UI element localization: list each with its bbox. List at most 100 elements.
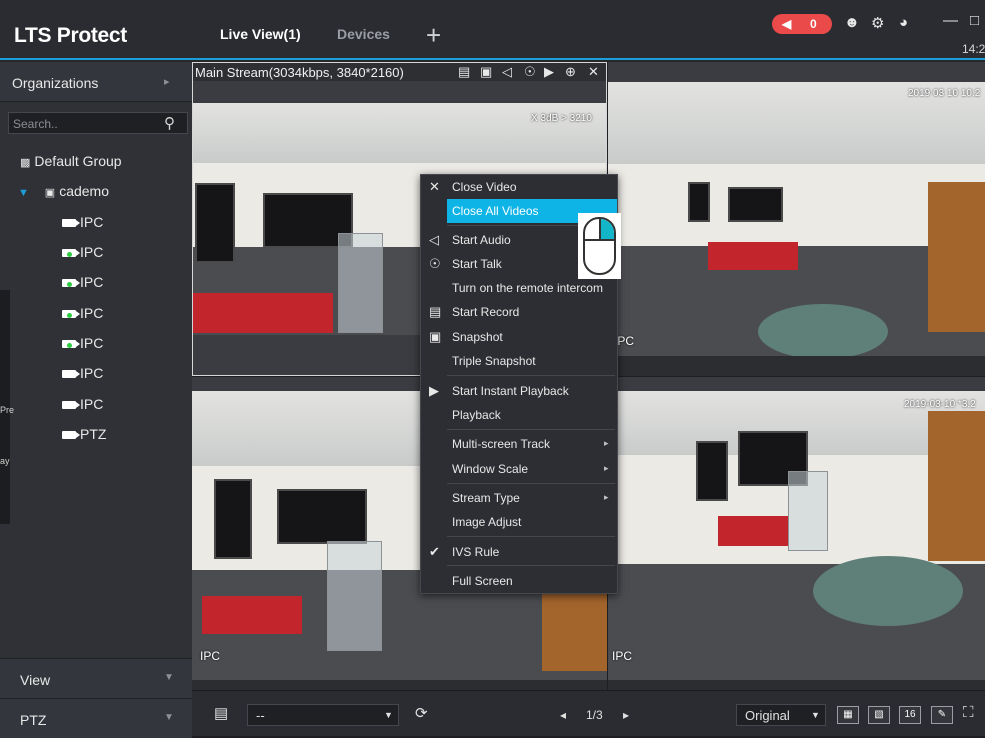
camera-online-icon: [62, 310, 80, 319]
prev-page-button[interactable]: ◂: [560, 708, 566, 722]
bottom-toolbar: ▤ -- ▼ ⟳ ◂ 1/3 ▸ Original ▼ ▦ ▧ 16 ✎ ⛶: [192, 690, 985, 736]
tree-item-label: IPC: [80, 214, 104, 230]
speaker-icon[interactable]: ◁: [502, 64, 512, 80]
video-tile-2[interactable]: 2019 03 10 10:2 IPC: [608, 62, 985, 376]
add-tab-button[interactable]: +: [426, 22, 441, 48]
menu-item-ivs-rule[interactable]: ✔ IVS Rule: [421, 540, 617, 564]
zoom-in-icon[interactable]: ⊕: [565, 64, 576, 80]
mouse-right-button: [599, 219, 614, 241]
microphone-icon[interactable]: ☉: [524, 64, 536, 80]
camera-icon: [62, 219, 80, 228]
tree-item-label: cademo: [59, 183, 109, 199]
clock: 14:2: [962, 42, 985, 56]
tree-item-label: IPC: [80, 244, 104, 260]
menu-item-multi-screen-track[interactable]: Multi-screen Track ▸: [421, 432, 617, 456]
tree-item-channel[interactable]: IPC: [62, 396, 103, 412]
tab-live-view[interactable]: Live View(1): [220, 26, 301, 42]
scene-poster: [696, 441, 728, 501]
camera-icon: ▣: [429, 329, 442, 344]
app-window: LTS Protect Live View(1) Devices + ◀ 0 ☻…: [0, 0, 985, 738]
scale-select[interactable]: Original ▼: [736, 704, 826, 726]
tree-item-channel[interactable]: IPC: [62, 274, 103, 290]
scene-round-table: [758, 304, 888, 356]
menu-item-instant-playback[interactable]: ▶ Start Instant Playback: [421, 379, 617, 403]
scene-shelf: [338, 233, 383, 333]
chevron-down-icon: ▼: [384, 710, 393, 720]
tree-item-channel[interactable]: IPC: [62, 214, 103, 230]
scene-red-table: [718, 516, 788, 546]
maximize-button[interactable]: □: [970, 12, 979, 29]
menu-item-start-record[interactable]: ▤ Start Record: [421, 300, 617, 324]
tree-item-channel[interactable]: IPC: [62, 305, 103, 321]
search-placeholder: Search..: [13, 117, 58, 131]
organizations-title: Organizations: [12, 75, 99, 91]
menu-item-snapshot[interactable]: ▣ Snapshot: [421, 325, 617, 349]
menu-item-full-screen[interactable]: Full Screen: [421, 569, 617, 593]
video-osd-timestamp: 2019 03 10 10:2: [908, 88, 981, 99]
refresh-icon[interactable]: ⟳: [415, 704, 428, 722]
organizations-header[interactable]: Organizations ▸: [0, 62, 192, 102]
tree-item-label: IPC: [80, 335, 104, 351]
tree-item-default-group[interactable]: ▩ Default Group: [20, 153, 122, 169]
user-icon[interactable]: ☻: [844, 14, 860, 31]
menu-separator: [447, 536, 615, 537]
view-select[interactable]: -- ▼: [247, 704, 399, 726]
next-page-button[interactable]: ▸: [623, 708, 629, 722]
nvr-device-icon: ▣: [44, 187, 56, 199]
close-icon[interactable]: ✕: [588, 64, 599, 80]
view-section-title: View: [20, 672, 51, 688]
fragment-text: Pre: [0, 405, 15, 415]
search-icon[interactable]: ⚲: [164, 114, 175, 132]
menu-separator: [447, 375, 615, 376]
checkmark-icon: ✔: [429, 544, 440, 559]
menu-item-window-scale[interactable]: Window Scale ▸: [421, 457, 617, 481]
custom-layout-button[interactable]: ✎: [931, 706, 953, 724]
menu-item-stream-type[interactable]: Stream Type ▸: [421, 486, 617, 510]
camera-feed: 2019-03-10 *3:2 IPC: [608, 391, 985, 680]
menu-separator: [447, 483, 615, 484]
record-icon[interactable]: ▤: [458, 64, 470, 80]
scene-door: [928, 411, 985, 561]
minimize-button[interactable]: —: [943, 12, 958, 29]
ptz-camera-icon: [62, 431, 80, 440]
layout-16-button[interactable]: 16: [899, 706, 921, 724]
tree-item-channel[interactable]: IPC: [62, 244, 103, 260]
search-input[interactable]: Search.. ⚲: [8, 112, 188, 134]
menu-item-playback[interactable]: Playback: [421, 403, 617, 427]
camera-online-icon: [62, 279, 80, 288]
scene-poster: [688, 182, 710, 222]
view-select-value: --: [256, 708, 265, 723]
camera-online-icon: [62, 249, 80, 258]
alarm-button[interactable]: ◀ 0: [772, 14, 832, 34]
menu-item-triple-snapshot[interactable]: Triple Snapshot: [421, 349, 617, 373]
right-click-mouse-icon: [578, 213, 621, 279]
menu-item-remote-intercom[interactable]: Turn on the remote intercom: [421, 276, 617, 300]
save-view-icon[interactable]: ▤: [214, 704, 228, 722]
layout-9-button[interactable]: ▧: [868, 706, 890, 724]
snapshot-icon[interactable]: ▣: [480, 64, 492, 80]
fragment-text: ay: [0, 456, 10, 466]
layout-4-button[interactable]: ▦: [837, 706, 859, 724]
tree-item-channel[interactable]: PTZ: [62, 426, 106, 442]
menu-item-label: IVS Rule: [452, 545, 500, 559]
tree-item-channel[interactable]: IPC: [62, 335, 103, 351]
alarm-speaker-icon: ◀: [782, 17, 792, 31]
fullscreen-icon[interactable]: ⛶: [963, 704, 974, 721]
tree-item-device[interactable]: ▼ ▣ cademo: [18, 183, 109, 199]
tree-item-channel[interactable]: IPC: [62, 365, 103, 381]
tab-devices[interactable]: Devices: [337, 26, 390, 42]
scene-poster: [277, 489, 367, 544]
menu-item-close-video[interactable]: ✕ Close Video: [421, 175, 617, 199]
menu-item-image-adjust[interactable]: Image Adjust: [421, 510, 617, 534]
gear-icon[interactable]: ⚙: [871, 14, 884, 32]
view-section-header[interactable]: View ▼: [0, 658, 192, 698]
menu-item-label: Stream Type: [452, 491, 520, 505]
menu-item-label: Start Instant Playback: [452, 384, 569, 398]
ptz-section-header[interactable]: PTZ ▼: [0, 698, 192, 738]
app-logo: LTS Protect: [14, 24, 127, 47]
video-tile-4[interactable]: 2019-03-10 *3:2 IPC: [608, 377, 985, 690]
tree-item-label: Default Group: [34, 153, 122, 169]
gauge-icon[interactable]: ◕: [899, 14, 908, 31]
play-icon[interactable]: ▶: [544, 64, 554, 80]
menu-item-label: Triple Snapshot: [452, 354, 536, 368]
